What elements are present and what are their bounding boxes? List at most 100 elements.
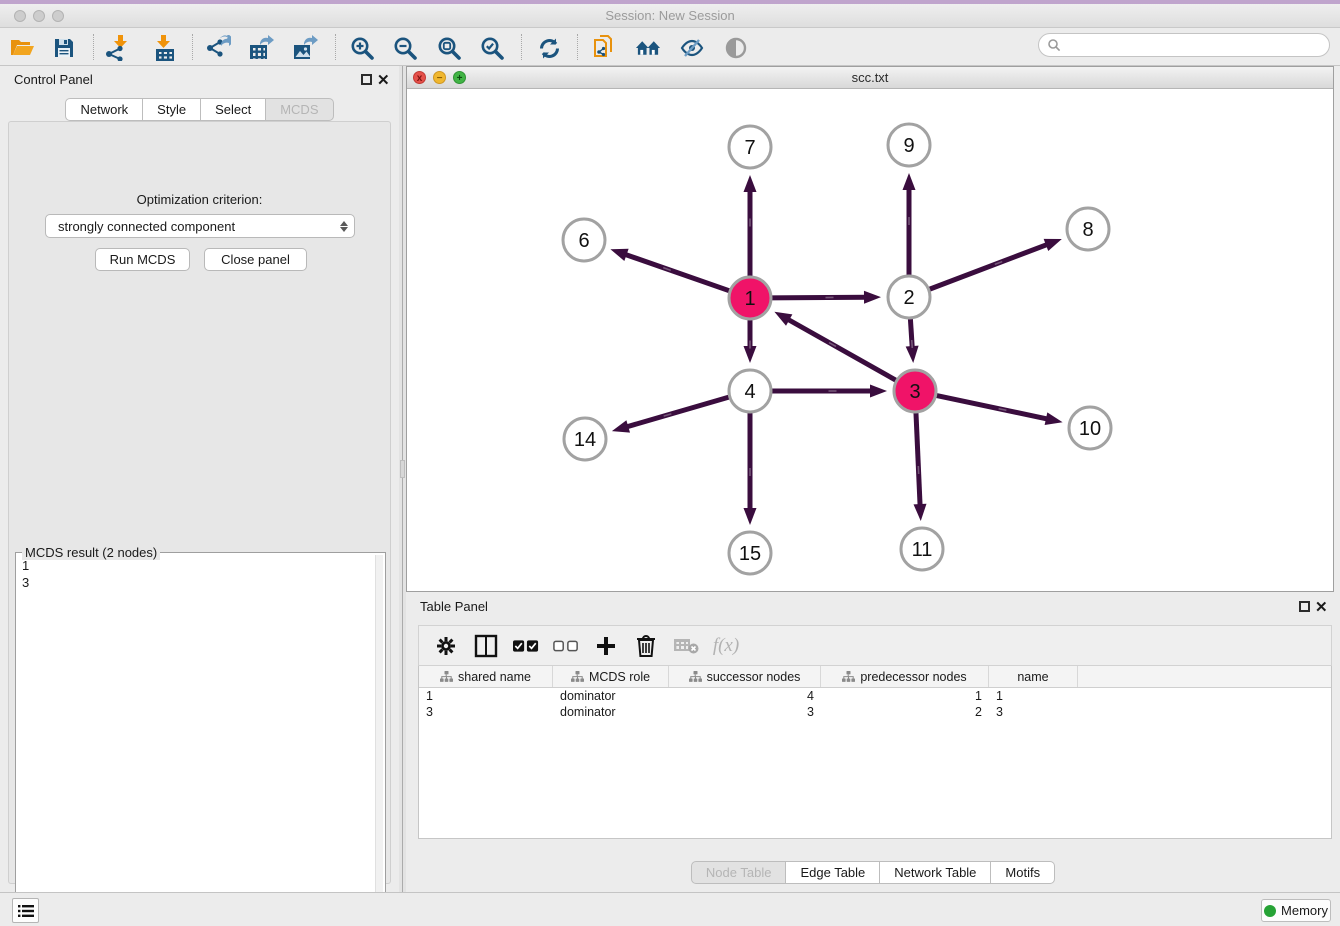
import-network-icon[interactable] (104, 35, 130, 61)
task-history-button[interactable] (12, 898, 39, 923)
search-input[interactable] (1061, 36, 1329, 54)
clone-network-icon[interactable] (591, 35, 617, 61)
zoom-fit-icon[interactable] (436, 35, 462, 61)
table-panel-title: Table Panel (420, 599, 488, 614)
zoom-in-icon[interactable] (349, 35, 375, 61)
float-panel-icon[interactable] (361, 74, 372, 85)
table-panel: Table Panel ✕ f(x) shared nameMCDS roles… (406, 593, 1340, 892)
delete-row-icon[interactable] (633, 633, 659, 659)
search-field[interactable] (1038, 33, 1330, 57)
network-graph[interactable]: 7968124314101511 (407, 89, 1333, 591)
tab-style[interactable]: Style (143, 98, 201, 121)
list-icon (18, 904, 34, 918)
result-scrollbar[interactable] (375, 555, 383, 926)
node-label: 15 (739, 543, 761, 565)
zoom-selected-icon[interactable] (479, 35, 505, 61)
divider-grip[interactable] (400, 460, 405, 478)
table-settings-icon[interactable] (433, 633, 459, 659)
edge-arrowhead (1044, 239, 1062, 251)
import-table-icon[interactable] (152, 35, 178, 61)
close-panel-icon[interactable]: ✕ (377, 71, 390, 89)
tree-column-icon (440, 671, 453, 683)
memory-button[interactable]: Memory (1261, 899, 1331, 922)
column-header-name[interactable]: name (989, 666, 1078, 687)
unselect-all-icon[interactable] (553, 633, 579, 659)
add-row-icon[interactable] (593, 633, 619, 659)
tab-motifs[interactable]: Motifs (991, 861, 1055, 884)
save-session-icon[interactable] (51, 35, 77, 61)
graph-edge-3-11[interactable] (916, 409, 920, 507)
graph-edge-1-2[interactable] (768, 297, 867, 298)
table-cell[interactable]: 2 (821, 704, 989, 720)
graph-edge-3-1[interactable] (787, 319, 900, 383)
node-label: 14 (574, 429, 596, 451)
table-cell[interactable]: dominator (553, 704, 669, 720)
graph-edge-1-6[interactable] (624, 254, 733, 292)
table-cell[interactable]: 3 (419, 704, 553, 720)
export-table-icon[interactable] (248, 35, 274, 61)
double-home-icon[interactable] (635, 35, 661, 61)
node-label: 7 (744, 137, 755, 159)
toolbar-separator (335, 34, 336, 60)
column-header-predecessor-nodes[interactable]: predecessor nodes (821, 666, 989, 687)
edge-arrowhead (903, 173, 916, 190)
export-image-icon[interactable] (292, 35, 318, 61)
tab-node-table[interactable]: Node Table (691, 861, 787, 884)
table-cell[interactable]: dominator (553, 688, 669, 704)
mcds-result-text[interactable]: 1 3 (18, 557, 373, 926)
column-pane-icon[interactable] (473, 633, 499, 659)
network-window-title: scc.txt (407, 70, 1333, 85)
toolbar-separator (521, 34, 522, 60)
graph-edge-4-14[interactable] (625, 396, 732, 427)
close-table-panel-icon[interactable]: ✕ (1315, 598, 1328, 616)
select-all-icon[interactable] (513, 633, 539, 659)
export-network-icon[interactable] (205, 35, 231, 61)
tab-network[interactable]: Network (65, 98, 143, 121)
edge-arrowhead (906, 346, 919, 363)
network-window-titlebar[interactable]: x − + scc.txt (407, 67, 1333, 89)
table-cell[interactable]: 1 (419, 688, 553, 704)
control-panel: Control Panel ✕ NetworkStyleSelectMCDS O… (0, 66, 399, 892)
network-view-window: x − + scc.txt 7968124314101511 (406, 66, 1334, 592)
tab-network-table[interactable]: Network Table (880, 861, 991, 884)
table-row[interactable]: 1dominator411 (419, 688, 1331, 704)
float-table-panel-icon[interactable] (1299, 601, 1310, 612)
edge-arrowhead (744, 346, 757, 363)
table-cell[interactable]: 4 (669, 688, 821, 704)
split-divider[interactable] (399, 66, 406, 892)
graph-edge-2-8[interactable] (926, 244, 1049, 291)
edge-arrowhead (612, 420, 630, 432)
tab-edge-table[interactable]: Edge Table (786, 861, 880, 884)
criterion-select[interactable]: strongly connected component (45, 214, 355, 238)
memory-status-icon (1264, 905, 1276, 917)
tree-column-icon (842, 671, 855, 683)
tab-select[interactable]: Select (201, 98, 266, 121)
column-header-successor-nodes[interactable]: successor nodes (669, 666, 821, 687)
column-header-MCDS-role[interactable]: MCDS role (553, 666, 669, 687)
tab-mcds[interactable]: MCDS (266, 98, 333, 121)
tree-column-icon (689, 671, 702, 683)
close-panel-button[interactable]: Close panel (204, 248, 307, 271)
hide-selected-icon[interactable] (679, 35, 705, 61)
apply-layout-icon[interactable] (536, 35, 562, 61)
network-canvas[interactable]: 7968124314101511 (407, 89, 1333, 591)
run-mcds-button[interactable]: Run MCDS (95, 248, 190, 271)
tree-column-icon (571, 671, 584, 683)
table-cell[interactable]: 3 (989, 704, 1078, 720)
zoom-out-icon[interactable] (392, 35, 418, 61)
table-cell[interactable]: 1 (989, 688, 1078, 704)
table-row[interactable]: 3dominator323 (419, 704, 1331, 720)
graph-edge-3-10[interactable] (933, 395, 1049, 420)
delete-table-icon[interactable] (673, 633, 699, 659)
open-session-icon[interactable] (9, 35, 35, 61)
select-stepper-icon (340, 221, 348, 232)
toolbar-separator (192, 34, 193, 60)
edge-arrowhead (914, 504, 927, 521)
table-cell[interactable]: 1 (821, 688, 989, 704)
function-builder-icon[interactable]: f(x) (713, 633, 739, 659)
column-header-shared-name[interactable]: shared name (419, 666, 553, 687)
table-cell[interactable]: 3 (669, 704, 821, 720)
node-label: 2 (903, 287, 914, 309)
node-label: 6 (578, 230, 589, 252)
eye-icon[interactable] (723, 35, 749, 61)
